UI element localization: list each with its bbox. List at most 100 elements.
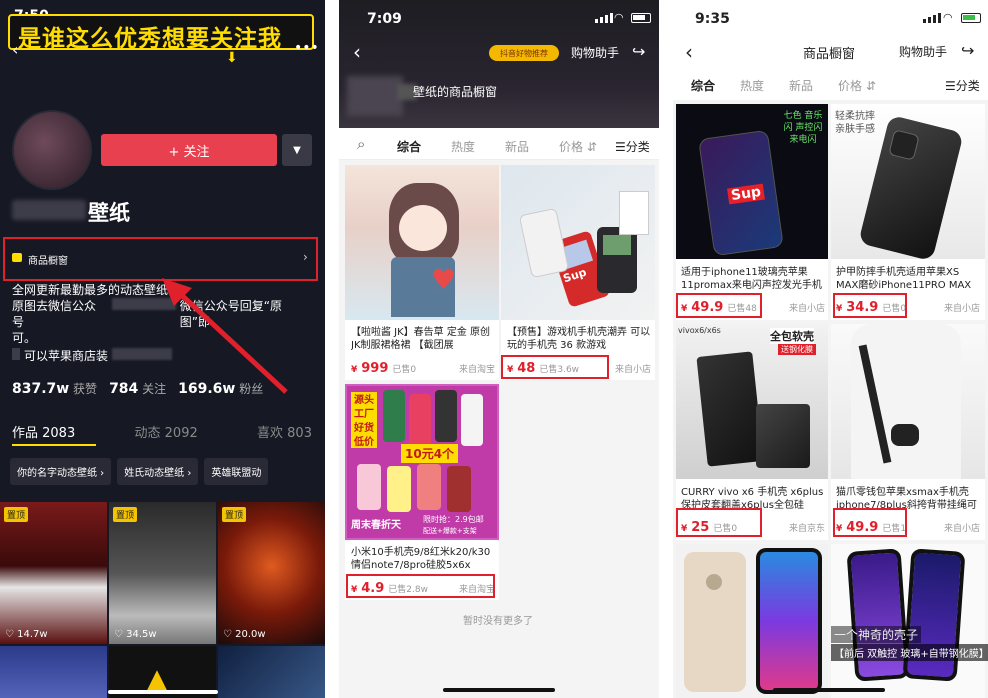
pin-badge: 置顶 xyxy=(4,507,29,522)
category-label: 分类 xyxy=(625,140,650,154)
product-card-2[interactable]: 轻柔抗摔 亲肤手感 护甲防摔手机壳适用苹果XS MAX磨砂iPhone11PRO… xyxy=(831,104,985,320)
tab-works[interactable]: 作品 2083 xyxy=(12,422,75,441)
product-card-2[interactable]: Sup 【预售】游戏机手机壳潮弄 可以玩的手机壳 36 款游戏 ¥48 已售3.6… xyxy=(501,165,655,380)
profile-tabs: 作品 2083 动态 2092 喜欢 803 xyxy=(12,422,312,441)
tab-popularity[interactable]: 热度 xyxy=(740,77,764,94)
product-card-1[interactable]: ♥ 【啦啦酱 JK】春告草 定金 原创 JK制服裙格裙 【截团展 ¥999 已售0… xyxy=(345,165,499,380)
shopping-helper-link[interactable]: 购物助手 xyxy=(571,44,619,61)
price-1: 999 xyxy=(361,361,389,376)
product-title-2: 【预售】游戏机手机壳潮弄 可以玩的手机壳 36 款游戏 xyxy=(507,327,651,351)
product-image-1: Sup 七色 音乐闪 声控闪 来电闪 xyxy=(676,104,828,259)
heart-icon: ♡ 34.5w xyxy=(114,629,157,640)
product-image-2: 轻柔抗摔 亲肤手感 xyxy=(831,104,985,259)
shop-window-screen-dark-header: 7:09 ◠ ‹ 抖音好物推荐 购物助手 ↪ 壁纸的商品橱窗 ⌕ 综合 热度 新… xyxy=(339,0,659,698)
stat-likes-label: 获赞 xyxy=(73,382,98,396)
tab-likes[interactable]: 喜欢 803 xyxy=(257,422,312,441)
bio-line-4: 可以苹果商店装 xyxy=(24,349,109,363)
stat-following-num: 784 xyxy=(109,381,139,397)
back-icon[interactable]: ‹ xyxy=(685,40,693,64)
tab-moments[interactable]: 动态 2092 xyxy=(135,422,198,441)
status-time: 7:09 xyxy=(367,11,402,27)
battery-icon xyxy=(961,13,981,23)
status-time: 9:35 xyxy=(695,11,730,27)
stat-following[interactable]: 784 关注 xyxy=(109,380,166,397)
home-indicator xyxy=(108,690,218,694)
tab-new[interactable]: 新品 xyxy=(505,138,529,155)
follow-button[interactable]: + 关注 xyxy=(101,134,277,166)
likes-count-2: 34.5w xyxy=(126,629,157,640)
shopping-helper-link[interactable]: 购物助手 xyxy=(899,43,947,60)
chip-3-label: 英雄联盟动 xyxy=(211,468,262,479)
stat-likes[interactable]: 837.7w 获赞 xyxy=(12,380,97,397)
tab-comprehensive[interactable]: 综合 xyxy=(691,77,715,94)
product-image-2: Sup xyxy=(501,165,655,320)
video-thumb-3[interactable]: 置顶 ♡ 20.0w xyxy=(218,502,325,644)
chip-2[interactable]: 姓氏动态壁纸 › xyxy=(117,458,199,485)
video-thumb-1[interactable]: 置顶 ♡ 14.7w xyxy=(0,502,107,644)
chip-1[interactable]: 你的名字动态壁纸 › xyxy=(10,458,112,485)
product-card-3[interactable]: 源头工厂 好货低价 10元4个 周末春折天 限时抢：2.9包邮 配送+爆款+支架 … xyxy=(345,384,499,600)
chevron-right-icon: › xyxy=(303,250,308,264)
signal-icon xyxy=(923,13,941,23)
sold-1: 已售0 xyxy=(392,365,417,375)
product-card-5[interactable] xyxy=(676,544,828,698)
douyin-badge: 抖音好物推荐 xyxy=(489,45,559,61)
video-thumb-2[interactable]: 置顶 ♡ 34.5w xyxy=(109,502,216,644)
product-tag-3: 全包软壳 xyxy=(770,328,814,344)
promo-b-text: 好货低价 xyxy=(354,423,374,448)
battery-icon xyxy=(631,13,651,23)
back-arrow-icon[interactable]: ‹ xyxy=(12,40,18,59)
likes-count-3: 20.0w xyxy=(235,629,266,640)
video-thumb-4[interactable] xyxy=(0,646,107,698)
likes-count-1: 14.7w xyxy=(17,629,48,640)
search-icon[interactable]: ⌕ xyxy=(357,135,365,153)
product-card-1[interactable]: Sup 七色 音乐闪 声控闪 来电闪 适用于iphone11玻璃壳苹果11pro… xyxy=(676,104,828,320)
price-highlight-1 xyxy=(676,293,762,318)
price-highlight-2 xyxy=(833,293,907,318)
tab-new[interactable]: 新品 xyxy=(789,77,813,94)
product-card-6[interactable] xyxy=(831,544,985,698)
promo-e: 配送+爆款+支架 xyxy=(423,527,477,535)
chip-1-label: 你的名字动态壁纸 › xyxy=(17,468,105,479)
more-icon[interactable]: ••• xyxy=(294,40,319,56)
share-icon[interactable]: ↪ xyxy=(632,42,645,61)
heart-icon: ♡ 14.7w xyxy=(5,629,48,640)
stat-fans-label: 粉丝 xyxy=(239,382,264,396)
price-highlight-3 xyxy=(346,574,495,598)
dropdown-button[interactable]: ▼ xyxy=(282,134,312,166)
source-2: 来自小店 xyxy=(614,365,651,375)
product-image-4 xyxy=(831,324,985,479)
tab-indicator xyxy=(12,444,96,446)
video-thumb-6[interactable] xyxy=(218,646,325,698)
category-button[interactable]: ☰分类 xyxy=(615,138,650,155)
red-arrow-annotation xyxy=(162,278,288,394)
tab-popularity[interactable]: 热度 xyxy=(451,138,475,155)
stat-following-label: 关注 xyxy=(142,382,167,396)
shop-avatar xyxy=(347,76,403,116)
tab-price[interactable]: 价格 ⇵ xyxy=(559,138,597,155)
shop-window-screen: 9:35 ◠ ‹ 商品橱窗 购物助手 ↪ 综合 热度 新品 价格 ⇵ ☰分类 S… xyxy=(673,0,988,698)
tab-price[interactable]: 价格 ⇵ xyxy=(838,77,876,94)
stats-row: 837.7w 获赞 784 关注 169.6w 粉丝 xyxy=(12,380,263,397)
pin-badge: 置顶 xyxy=(113,507,138,522)
shop-label: 商品橱窗 xyxy=(28,256,68,267)
tab-comprehensive[interactable]: 综合 xyxy=(397,138,421,155)
price-highlight-3 xyxy=(676,508,762,537)
promo-d: 限时抢：2.9包邮 xyxy=(423,515,484,524)
badge-label: 抖音好物推荐 xyxy=(500,48,548,58)
stat-fans[interactable]: 169.6w 粉丝 xyxy=(178,380,263,397)
chip-2-label: 姓氏动态壁纸 › xyxy=(124,468,192,479)
product-tag-3b: 送钢化膜 xyxy=(778,344,816,355)
sort-tabs: 综合 热度 新品 价格 ⇵ xyxy=(691,77,876,94)
chip-3[interactable]: 英雄联盟动 xyxy=(204,458,269,485)
list-icon: ☰ xyxy=(945,79,956,93)
stat-fans-num: 169.6w xyxy=(178,381,236,397)
list-icon: ☰ xyxy=(615,140,626,154)
back-icon[interactable]: ‹ xyxy=(353,40,361,64)
avatar[interactable] xyxy=(12,110,92,190)
price-highlight-4 xyxy=(833,508,907,537)
category-button[interactable]: ☰分类 xyxy=(945,77,980,94)
price-highlight-2 xyxy=(501,355,609,379)
share-icon[interactable]: ↪ xyxy=(961,41,974,60)
source-3: 来自京东 xyxy=(788,524,825,534)
